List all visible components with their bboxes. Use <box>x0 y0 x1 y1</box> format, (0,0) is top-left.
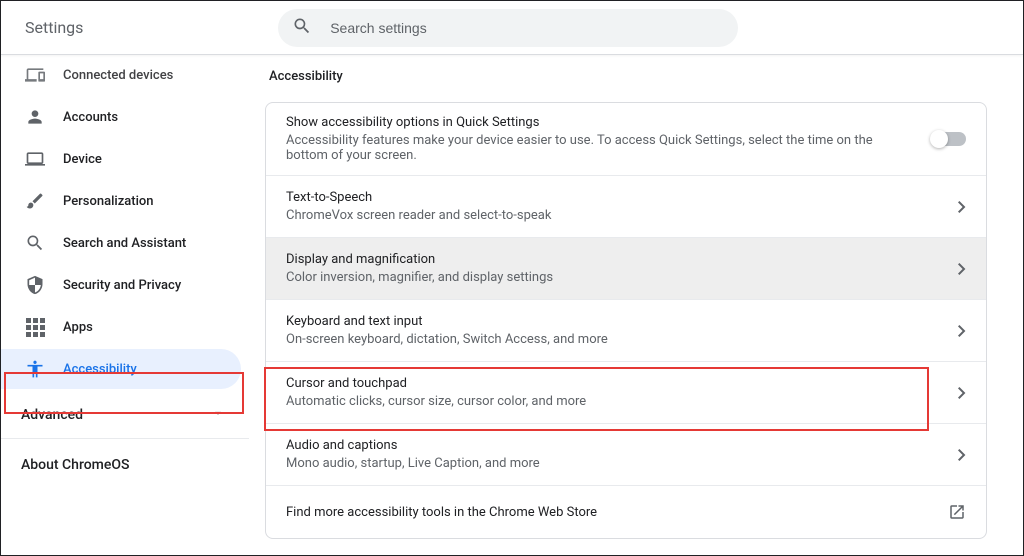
row-text-to-speech[interactable]: Text-to-Speech ChromeVox screen reader a… <box>266 176 986 238</box>
sidebar: Connected devices Accounts Device Person… <box>1 55 249 554</box>
sidebar-item-label: Accessibility <box>63 362 137 377</box>
sidebar-item-accounts[interactable]: Accounts <box>1 97 241 137</box>
apps-icon <box>25 317 45 337</box>
section-title: Accessibility <box>269 69 987 84</box>
search-icon <box>25 233 45 253</box>
row-audio-captions[interactable]: Audio and captions Mono audio, startup, … <box>266 424 986 486</box>
row-subtitle: Color inversion, magnifier, and display … <box>286 270 942 285</box>
header: Settings <box>1 1 1023 55</box>
search-icon <box>292 16 312 40</box>
app-title: Settings <box>25 18 83 37</box>
person-icon <box>25 107 45 127</box>
row-subtitle: Mono audio, startup, Live Caption, and m… <box>286 456 942 471</box>
chevron-right-icon <box>958 449 966 461</box>
main-content: Accessibility Show accessibility options… <box>249 55 1023 554</box>
quick-settings-toggle[interactable] <box>932 132 966 146</box>
chevron-right-icon <box>958 201 966 213</box>
accessibility-icon <box>25 359 45 379</box>
sidebar-item-label: Search and Assistant <box>63 236 186 251</box>
about-label: About ChromeOS <box>21 457 129 473</box>
brush-icon <box>25 191 45 211</box>
sidebar-item-apps[interactable]: Apps <box>1 307 241 347</box>
row-webstore[interactable]: Find more accessibility tools in the Chr… <box>266 486 986 538</box>
search-input[interactable] <box>330 20 724 36</box>
sidebar-item-search-assistant[interactable]: Search and Assistant <box>1 223 241 263</box>
sidebar-item-label: Connected devices <box>63 68 173 83</box>
external-link-icon <box>948 503 966 521</box>
row-title: Show accessibility options in Quick Sett… <box>286 115 916 130</box>
chevron-right-icon <box>958 263 966 275</box>
sidebar-item-label: Security and Privacy <box>63 278 181 293</box>
row-keyboard-text-input[interactable]: Keyboard and text input On-screen keyboa… <box>266 300 986 362</box>
row-title: Cursor and touchpad <box>286 376 942 391</box>
row-cursor-touchpad[interactable]: Cursor and touchpad Automatic clicks, cu… <box>266 362 986 424</box>
sidebar-about[interactable]: About ChromeOS <box>1 439 249 473</box>
accessibility-card: Show accessibility options in Quick Sett… <box>265 102 987 539</box>
row-subtitle: On-screen keyboard, dictation, Switch Ac… <box>286 332 942 347</box>
sidebar-item-device[interactable]: Device <box>1 139 241 179</box>
sidebar-item-security-privacy[interactable]: Security and Privacy <box>1 265 241 305</box>
sidebar-item-personalization[interactable]: Personalization <box>1 181 241 221</box>
sidebar-item-label: Apps <box>63 320 93 335</box>
shield-icon <box>25 275 45 295</box>
row-subtitle: Accessibility features make your device … <box>286 133 916 163</box>
row-quick-settings[interactable]: Show accessibility options in Quick Sett… <box>266 103 986 176</box>
sidebar-item-label: Accounts <box>63 110 118 125</box>
row-title: Text-to-Speech <box>286 190 942 205</box>
sidebar-item-accessibility[interactable]: Accessibility <box>1 349 241 389</box>
row-display-magnification[interactable]: Display and magnification Color inversio… <box>266 238 986 300</box>
advanced-label: Advanced <box>21 407 83 423</box>
sidebar-item-connected-devices[interactable]: Connected devices <box>1 55 241 95</box>
chevron-right-icon <box>958 325 966 337</box>
laptop-icon <box>25 149 45 169</box>
chevron-right-icon <box>958 387 966 399</box>
row-title: Audio and captions <box>286 438 942 453</box>
search-box[interactable] <box>278 9 738 47</box>
row-subtitle: ChromeVox screen reader and select-to-sp… <box>286 208 942 223</box>
devices-icon <box>25 65 45 85</box>
row-title: Find more accessibility tools in the Chr… <box>286 505 932 520</box>
sidebar-item-label: Device <box>63 152 102 167</box>
row-title: Keyboard and text input <box>286 314 942 329</box>
sidebar-advanced-toggle[interactable]: Advanced <box>1 391 249 439</box>
chevron-down-icon <box>211 406 225 424</box>
row-subtitle: Automatic clicks, cursor size, cursor co… <box>286 394 942 409</box>
row-title: Display and magnification <box>286 252 942 267</box>
sidebar-item-label: Personalization <box>63 194 154 209</box>
